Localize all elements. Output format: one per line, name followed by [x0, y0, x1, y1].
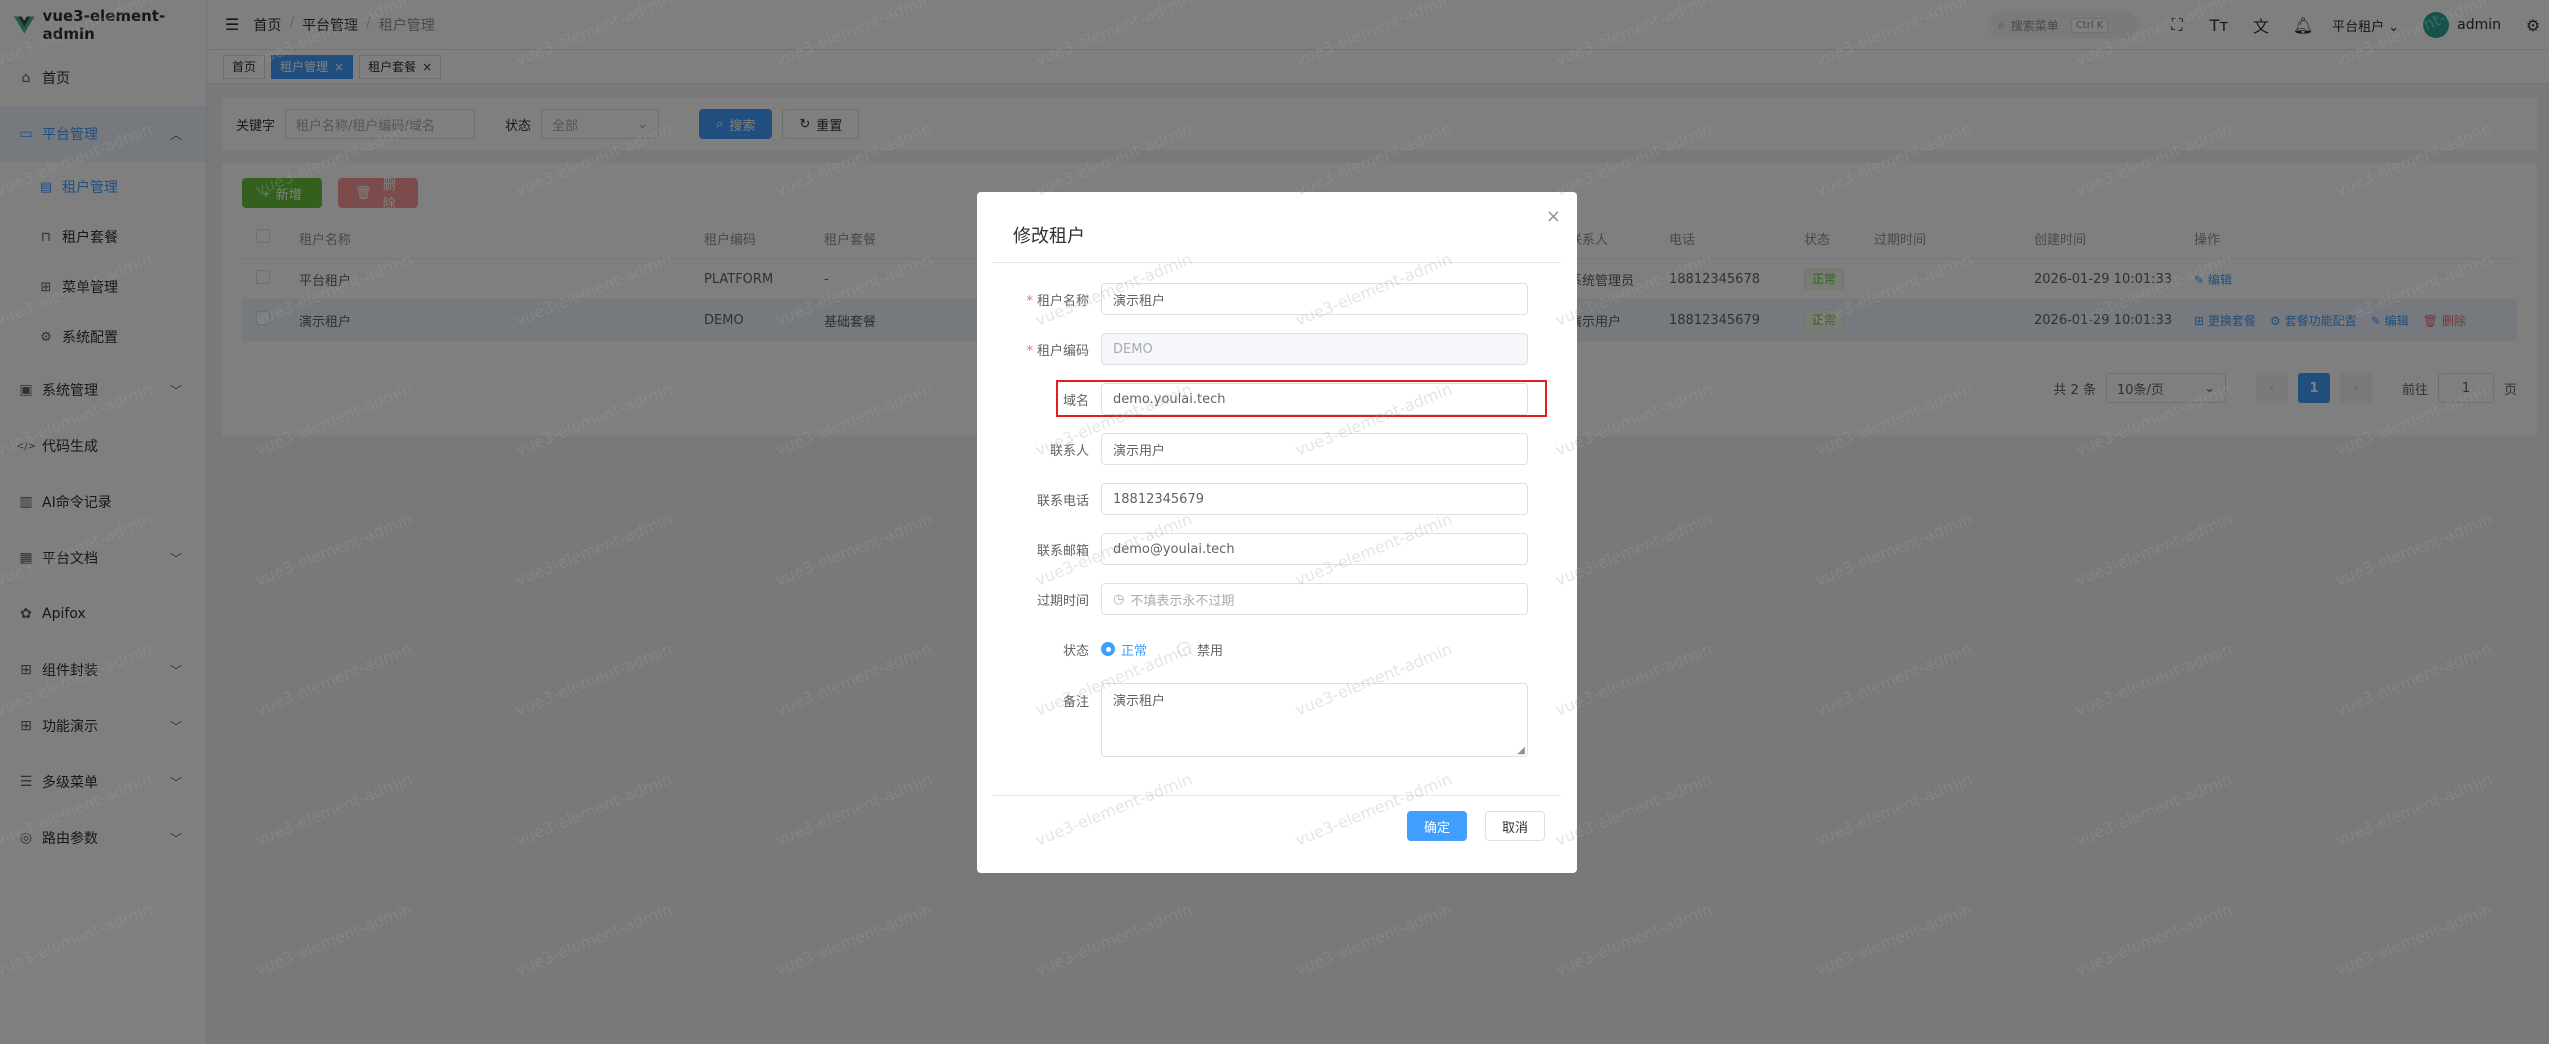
- form-row-contact: 联系人 演示用户: [977, 433, 1577, 465]
- form-row-code: * 租户编码 DEMO: [977, 333, 1577, 365]
- field-label: 联系邮箱: [1036, 543, 1089, 559]
- dialog-title: 修改租户: [1013, 226, 1085, 247]
- divider: [993, 795, 1561, 796]
- required-mark: *: [1026, 343, 1033, 359]
- remark-textarea[interactable]: 演示租户 ◢: [1101, 683, 1528, 757]
- close-icon[interactable]: ×: [1546, 206, 1561, 227]
- radio-dot: [1101, 642, 1115, 656]
- form-row-phone: 联系电话 18812345679: [977, 483, 1577, 515]
- tenant-name-input[interactable]: 演示租户: [1101, 283, 1528, 315]
- contact-input[interactable]: 演示用户: [1101, 433, 1528, 465]
- form-row-name: * 租户名称 演示租户: [977, 283, 1577, 315]
- confirm-button[interactable]: 确定: [1407, 811, 1467, 841]
- divider: [993, 262, 1561, 263]
- form-row-email: 联系邮箱 demo@youlai.tech: [977, 533, 1577, 565]
- form-row-expire: 过期时间 ◷ 不填表示永不过期: [977, 583, 1577, 615]
- field-label: 状态: [1062, 643, 1089, 659]
- radio-label: 禁用: [1197, 643, 1224, 659]
- field-value: 演示用户: [1113, 443, 1166, 459]
- edit-tenant-dialog: 修改租户 × * 租户名称 演示租户 * 租户编码 DEMO 域名 demo.you…: [977, 192, 1577, 873]
- highlight-box: [1056, 380, 1547, 417]
- field-label: 联系电话: [1036, 493, 1089, 509]
- status-radio-normal[interactable]: 正常: [1101, 640, 1147, 659]
- form-row-status: 状态 正常 禁用: [977, 633, 1577, 665]
- radio-label: 正常: [1121, 643, 1148, 659]
- required-mark: *: [1026, 293, 1033, 309]
- field-value: 18812345679: [1113, 491, 1204, 507]
- field-value: DEMO: [1113, 341, 1153, 357]
- field-value: 演示租户: [1113, 293, 1166, 309]
- status-radio-disabled[interactable]: 禁用: [1177, 640, 1223, 659]
- field-label: 备注: [1062, 695, 1089, 710]
- phone-input[interactable]: 18812345679: [1101, 483, 1528, 515]
- tenant-code-input: DEMO: [1101, 333, 1528, 365]
- resize-handle-icon[interactable]: ◢: [1517, 745, 1525, 756]
- field-value: demo@youlai.tech: [1113, 541, 1235, 557]
- form-row-remark: 备注 演示租户 ◢: [977, 683, 1577, 757]
- field-label: 租户编码: [1036, 343, 1089, 359]
- field-placeholder: 不填表示永不过期: [1130, 593, 1235, 609]
- clock-icon: ◷: [1113, 591, 1125, 607]
- radio-dot: [1177, 642, 1192, 656]
- field-value: 演示租户: [1113, 694, 1166, 709]
- field-label: 联系人: [1049, 443, 1089, 459]
- field-label: 过期时间: [1036, 593, 1089, 609]
- expire-date-picker[interactable]: ◷ 不填表示永不过期: [1101, 583, 1528, 615]
- cancel-button[interactable]: 取消: [1485, 811, 1545, 841]
- field-label: 租户名称: [1036, 293, 1089, 309]
- email-input[interactable]: demo@youlai.tech: [1101, 533, 1528, 565]
